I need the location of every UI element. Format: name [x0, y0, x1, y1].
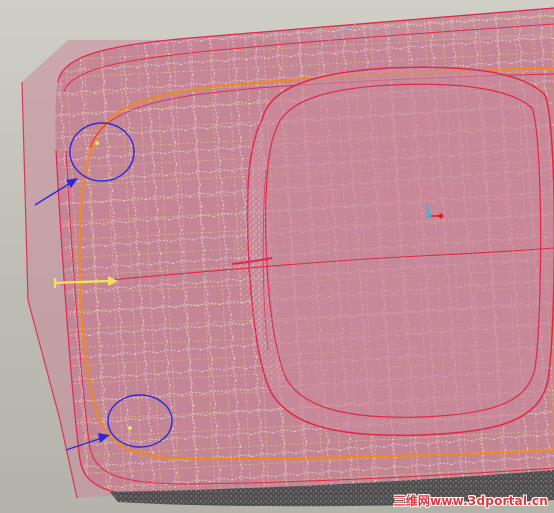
model-scene[interactable] — [0, 0, 554, 513]
cad-viewport[interactable]: 三维网www.3dportal.cn — [0, 0, 554, 513]
site-watermark: 三维网www.3dportal.cn — [393, 494, 548, 508]
